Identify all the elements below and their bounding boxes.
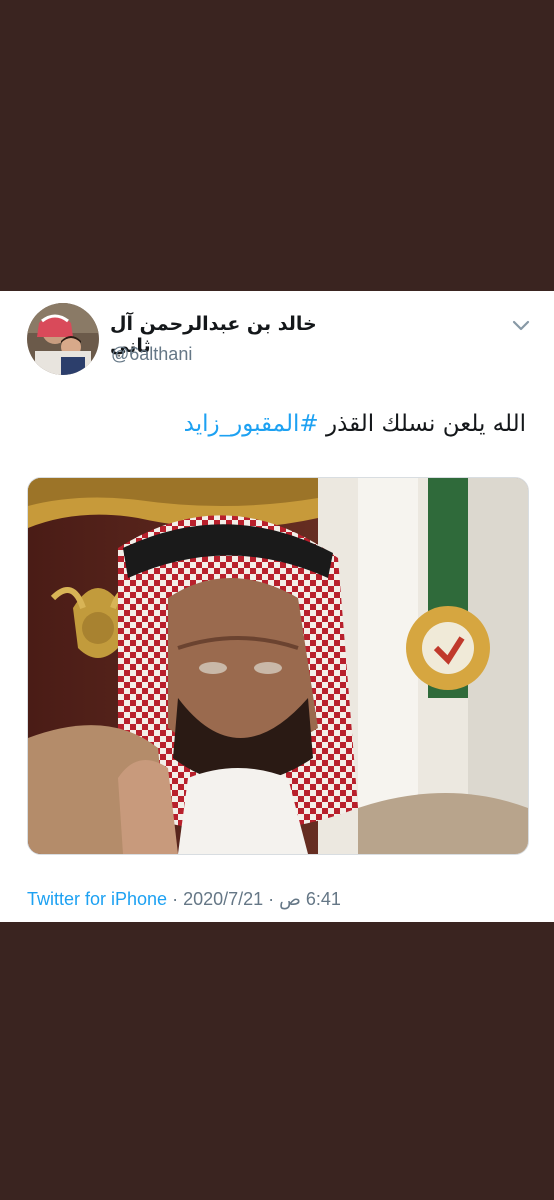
avatar[interactable] xyxy=(27,303,99,375)
user-handle[interactable]: @6althani xyxy=(111,344,192,365)
tweet-time: 6:41 ص xyxy=(279,889,341,909)
tweet-date: 2020/7/21 xyxy=(183,889,264,909)
tweet-body: الله يلعن نسلك القذر xyxy=(318,411,526,437)
hashtag-link[interactable]: #المقبور_زايد xyxy=(184,411,319,437)
separator: · xyxy=(167,889,184,909)
tweet-card[interactable]: خالد بن عبدالرحمن آل ثاني @6althani الله… xyxy=(0,291,554,922)
tweet-meta: Twitter for iPhone · 2020/7/21 · 6:41 ص xyxy=(27,889,341,910)
tweet-text: الله يلعن نسلك القذر #المقبور_زايد xyxy=(184,411,526,437)
tweet-photo[interactable] xyxy=(27,477,529,855)
separator: · xyxy=(263,889,280,909)
chevron-down-icon[interactable] xyxy=(508,315,534,335)
source-link[interactable]: Twitter for iPhone xyxy=(27,889,167,909)
